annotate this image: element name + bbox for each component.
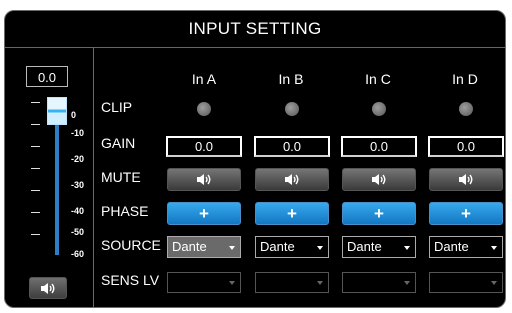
fader-tick <box>31 190 40 191</box>
source-select[interactable]: Dante <box>255 236 329 258</box>
clip-indicator <box>459 102 473 116</box>
speaker-icon <box>197 174 211 185</box>
chevron-down-icon <box>317 281 323 285</box>
gain-input[interactable]: 0.0 <box>166 136 242 157</box>
channel-header: In C <box>365 71 391 87</box>
chevron-down-icon <box>491 281 497 285</box>
fader-tick <box>31 168 40 169</box>
gain-input[interactable]: 0.0 <box>254 136 330 157</box>
phase-button[interactable]: + <box>342 202 416 225</box>
chevron-down-icon <box>404 246 410 250</box>
scale-label: -30 <box>71 180 85 190</box>
chevron-down-icon <box>229 246 235 250</box>
mute-button[interactable] <box>342 168 416 191</box>
chevron-down-icon <box>404 281 410 285</box>
source-value: Dante <box>434 239 469 254</box>
mute-button[interactable] <box>167 168 241 191</box>
row-label-source: SOURCE <box>101 237 161 253</box>
panel-title: INPUT SETTING <box>5 11 505 48</box>
chevron-down-icon <box>317 246 323 250</box>
channel-header: In D <box>452 71 478 87</box>
speaker-icon <box>41 282 55 294</box>
chevron-down-icon <box>229 281 235 285</box>
phase-button[interactable]: + <box>255 202 329 225</box>
scale-label: -50 <box>71 227 85 237</box>
sens-level-select[interactable] <box>167 272 241 293</box>
chevron-down-icon <box>491 246 497 250</box>
row-label-mute: MUTE <box>101 169 141 185</box>
row-label-sens-lv: SENS LV <box>101 272 160 288</box>
sens-level-select[interactable] <box>255 272 329 293</box>
row-label-clip: CLIP <box>101 99 133 115</box>
source-select[interactable]: Dante <box>167 236 241 258</box>
sens-level-select[interactable] <box>429 272 503 293</box>
clip-indicator <box>197 102 211 116</box>
phase-button[interactable]: + <box>429 202 503 225</box>
scale-label: -40 <box>71 206 85 216</box>
fader-tick <box>31 102 40 103</box>
fader-tick <box>31 212 40 213</box>
master-level-display[interactable]: 0.0 <box>26 66 68 87</box>
channel-header: In A <box>191 71 217 87</box>
scale-label: -20 <box>71 154 85 164</box>
scale-label: -60 <box>71 249 85 259</box>
source-select[interactable]: Dante <box>342 236 416 258</box>
gain-input[interactable]: 0.0 <box>341 136 417 157</box>
speaker-icon <box>459 174 473 185</box>
gain-input[interactable]: 0.0 <box>428 136 504 157</box>
clip-indicator <box>372 102 386 116</box>
source-select[interactable]: Dante <box>429 236 503 258</box>
fader-tick <box>31 234 40 235</box>
row-label-gain: GAIN <box>101 135 136 151</box>
master-fader-thumb[interactable] <box>47 97 67 125</box>
channel-header: In B <box>278 71 304 87</box>
fader-tick <box>31 124 40 125</box>
row-label-phase: PHASE <box>101 203 149 219</box>
source-value: Dante <box>260 239 295 254</box>
fader-tick <box>31 146 40 147</box>
master-mute-button[interactable] <box>29 277 67 299</box>
divider <box>93 47 94 307</box>
phase-button[interactable]: + <box>167 202 241 225</box>
clip-indicator <box>285 102 299 116</box>
input-setting-panel: INPUT SETTING 0.0 0 -10 -20 -30 -40 -50 … <box>4 10 506 308</box>
scale-label: 0 <box>71 110 77 120</box>
scale-label: -10 <box>71 128 85 138</box>
speaker-icon <box>372 174 386 185</box>
source-value: Dante <box>172 239 207 254</box>
speaker-icon <box>285 174 299 185</box>
mute-button[interactable] <box>429 168 503 191</box>
sens-level-select[interactable] <box>342 272 416 293</box>
mute-button[interactable] <box>255 168 329 191</box>
source-value: Dante <box>347 239 382 254</box>
